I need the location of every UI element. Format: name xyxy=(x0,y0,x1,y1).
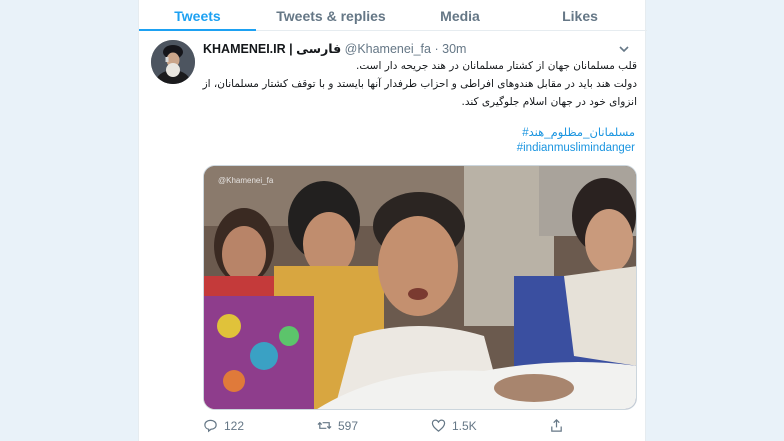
share-button[interactable] xyxy=(549,418,564,433)
tweet-text-line-3: انزوای خود در جهان اسلام جلوگیری کند. xyxy=(461,96,637,108)
like-button[interactable]: 1.5K xyxy=(431,418,477,433)
tweet-header: KHAMENEI.IR | فارسی @Khamenei_fa · 30m xyxy=(203,41,466,56)
name-separator: | xyxy=(289,42,293,56)
retweet-icon xyxy=(317,421,332,430)
tab-tweets[interactable]: Tweets xyxy=(139,0,256,31)
chevron-down-icon[interactable] xyxy=(617,42,631,56)
tab-tweets-and-replies[interactable]: Tweets & replies xyxy=(256,0,406,31)
reply-icon xyxy=(204,419,217,433)
hashtag-link-en[interactable]: #indianmuslimindanger xyxy=(517,142,635,154)
profile-timeline-panel: Tweets Tweets & replies Media Likes KHAM… xyxy=(138,0,647,441)
image-watermark: @Khamenei_fa xyxy=(218,176,274,185)
display-name[interactable]: KHAMENEI.IR xyxy=(203,42,286,56)
like-count: 1.5K xyxy=(452,418,477,433)
language-label: فارسی xyxy=(296,42,342,56)
crowd-photo-illustration xyxy=(204,166,636,409)
retweet-count: 597 xyxy=(338,418,359,433)
like-icon xyxy=(431,419,446,432)
reply-count: 122 xyxy=(224,418,245,433)
tweet-text-line-1: قلب مسلمانان جهان از کشتار مسلمانان در ه… xyxy=(356,60,637,72)
tweet-actions: 122 597 1.5K xyxy=(203,418,643,436)
hashtag-link-fa[interactable]: #مسلمانان_مظلوم_هند xyxy=(522,125,635,139)
time-separator: · xyxy=(434,42,439,56)
reply-button[interactable]: 122 xyxy=(203,418,244,433)
tweet-text-line-2: دولت هند باید در مقابل هندوهای افراطی و … xyxy=(202,78,637,90)
tab-likes[interactable]: Likes xyxy=(514,0,646,31)
profile-tabs: Tweets Tweets & replies Media Likes xyxy=(139,0,647,31)
share-icon xyxy=(551,419,562,432)
tab-media[interactable]: Media xyxy=(406,0,514,31)
timestamp[interactable]: 30m xyxy=(442,42,466,56)
avatar[interactable] xyxy=(151,40,195,84)
handle[interactable]: @Khamenei_fa xyxy=(345,42,431,56)
tweet-photo[interactable]: @Khamenei_fa xyxy=(203,165,637,410)
retweet-button[interactable]: 597 xyxy=(317,418,358,433)
